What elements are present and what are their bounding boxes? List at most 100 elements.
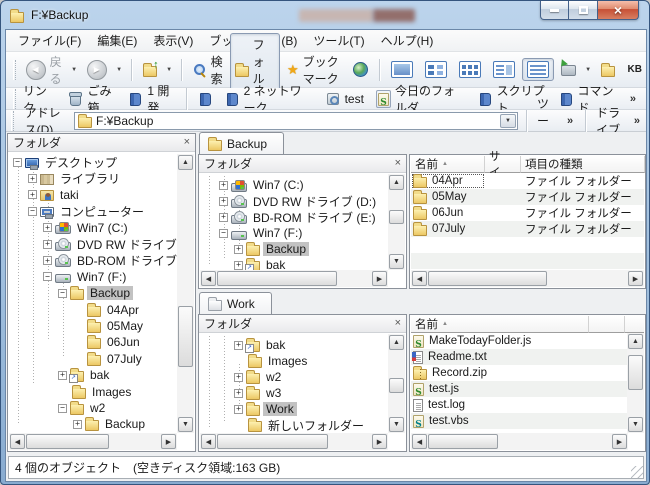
scroll-thumb[interactable]: [628, 355, 643, 389]
address-dropdown-icon[interactable]: ▼: [500, 114, 516, 128]
scroll-track[interactable]: [217, 433, 371, 450]
horizontal-scrollbar[interactable]: ◀▶: [411, 270, 644, 287]
tree-item[interactable]: −Backup: [9, 285, 177, 301]
expand-icon[interactable]: +: [219, 181, 228, 190]
tree-item[interactable]: +ライブラリ: [9, 170, 177, 186]
maximize-button[interactable]: [569, 1, 597, 20]
expand-icon[interactable]: +: [234, 389, 243, 398]
tree-item[interactable]: 04Apr: [9, 302, 177, 318]
scroll-thumb[interactable]: [389, 210, 404, 225]
scroll-thumb[interactable]: [217, 434, 328, 449]
expand-icon[interactable]: +: [234, 245, 243, 254]
tree-item[interactable]: +bak: [9, 367, 177, 383]
scroll-right-icon[interactable]: ▶: [372, 434, 387, 449]
tree-item[interactable]: 07July: [9, 351, 177, 367]
tree-item[interactable]: 新しいフォルダー: [200, 417, 388, 433]
scroll-down-icon[interactable]: ▼: [628, 417, 643, 432]
scroll-track[interactable]: [177, 171, 194, 416]
file-name-cell[interactable]: 05May: [411, 189, 485, 205]
menu-item[interactable]: 編集(E): [89, 30, 145, 51]
file-row[interactable]: 05Mayファイル フォルダー: [411, 189, 644, 205]
close-button[interactable]: ×: [597, 1, 639, 20]
link-button[interactable]: [193, 89, 218, 109]
forward-dropdown-icon[interactable]: ▼: [114, 67, 125, 73]
toolbar-grip[interactable]: [13, 60, 16, 80]
menu-item[interactable]: ツール(T): [305, 30, 372, 51]
tree-item[interactable]: +Work: [200, 401, 388, 417]
tree-item[interactable]: 05May: [9, 318, 177, 334]
back-dropdown-icon[interactable]: ▼: [69, 67, 80, 73]
tree-item[interactable]: +Backup: [200, 241, 388, 257]
collapse-icon[interactable]: −: [43, 272, 52, 281]
horizontal-scrollbar[interactable]: ◀▶: [411, 433, 628, 450]
up-dropdown-icon[interactable]: ▼: [164, 67, 175, 73]
address-combobox[interactable]: F:¥Backup ▼: [74, 112, 518, 130]
tree-item[interactable]: Images: [200, 353, 388, 369]
scroll-track[interactable]: [217, 270, 371, 287]
tree-item[interactable]: +BD-ROM ドライブ (E:): [200, 209, 388, 225]
file-row[interactable]: 06Junファイル フォルダー: [411, 205, 644, 221]
tab-backup[interactable]: Backup: [199, 132, 284, 154]
column-header[interactable]: 項目の種類: [521, 156, 645, 173]
expand-icon[interactable]: +: [73, 420, 82, 429]
scroll-left-icon[interactable]: ◀: [201, 271, 216, 286]
expand-icon[interactable]: +: [28, 190, 37, 199]
send-to-button[interactable]: [556, 60, 581, 79]
open-folder-button[interactable]: [596, 60, 620, 80]
tree-item[interactable]: 06Jun: [9, 334, 177, 350]
scroll-up-icon[interactable]: ▲: [628, 334, 643, 349]
file-row[interactable]: 07Julyファイル フォルダー: [411, 221, 644, 237]
scroll-right-icon[interactable]: ▶: [612, 434, 627, 449]
tab-work[interactable]: Work: [199, 292, 272, 314]
column-header[interactable]: サイ...: [485, 156, 521, 173]
file-name-cell[interactable]: Readme.txt: [411, 349, 589, 365]
file-name-cell[interactable]: test.log: [411, 397, 589, 413]
forward-button[interactable]: ▶: [82, 57, 112, 83]
tree-item[interactable]: −Win7 (F:): [9, 269, 177, 285]
tree-item[interactable]: +bak: [200, 257, 388, 270]
tree-item[interactable]: +Backup: [9, 416, 177, 432]
tree-item[interactable]: +DVD RW ドライブ (D:): [200, 193, 388, 209]
expand-icon[interactable]: +: [43, 240, 52, 249]
scroll-down-icon[interactable]: ▼: [178, 417, 193, 432]
expand-icon[interactable]: +: [43, 256, 52, 265]
scroll-left-icon[interactable]: ◀: [412, 434, 427, 449]
menu-item[interactable]: ヘルプ(H): [373, 30, 442, 51]
view-thumbnails-button[interactable]: [386, 58, 418, 81]
scroll-right-icon[interactable]: ▶: [161, 434, 176, 449]
scroll-thumb[interactable]: [26, 434, 109, 449]
up-folder-button[interactable]: [138, 60, 162, 80]
expand-icon[interactable]: +: [219, 213, 228, 222]
tree-item[interactable]: +Win7 (C:): [200, 177, 388, 193]
view-list-button[interactable]: [488, 58, 520, 81]
expand-icon[interactable]: +: [234, 341, 243, 350]
send-dropdown-icon[interactable]: ▼: [583, 67, 594, 73]
file-name-cell[interactable]: 07July: [411, 221, 485, 237]
tree-item[interactable]: +w3: [200, 385, 388, 401]
file-row[interactable]: test.log: [411, 397, 628, 413]
collapse-icon[interactable]: −: [58, 404, 67, 413]
column-header[interactable]: 名前▲: [411, 316, 589, 333]
expand-icon[interactable]: +: [58, 371, 67, 380]
file-row[interactable]: test.vbs: [411, 413, 628, 429]
view-details-button[interactable]: [522, 58, 554, 81]
resize-grip[interactable]: [631, 466, 643, 478]
file-row[interactable]: 04Aprファイル フォルダー: [411, 173, 644, 189]
tree-item[interactable]: +taki: [9, 187, 177, 203]
scroll-up-icon[interactable]: ▲: [389, 335, 404, 350]
file-name-cell[interactable]: 06Jun: [411, 205, 485, 221]
column-header[interactable]: [589, 316, 625, 333]
scroll-thumb[interactable]: [178, 306, 193, 367]
horizontal-scrollbar[interactable]: ◀▶: [200, 433, 388, 450]
scroll-left-icon[interactable]: ◀: [201, 434, 216, 449]
horizontal-scrollbar[interactable]: ◀▶: [200, 270, 388, 287]
vertical-scrollbar[interactable]: ▲▼: [627, 333, 644, 433]
file-row[interactable]: MakeTodayFolder.js: [411, 333, 628, 349]
file-row[interactable]: Readme.txt: [411, 349, 628, 365]
view-tiles-button[interactable]: [420, 58, 452, 81]
minimize-button[interactable]: [540, 1, 569, 20]
scroll-thumb[interactable]: [428, 271, 547, 286]
collapse-icon[interactable]: −: [13, 158, 22, 167]
expand-icon[interactable]: +: [234, 405, 243, 414]
scroll-left-icon[interactable]: ◀: [412, 271, 427, 286]
